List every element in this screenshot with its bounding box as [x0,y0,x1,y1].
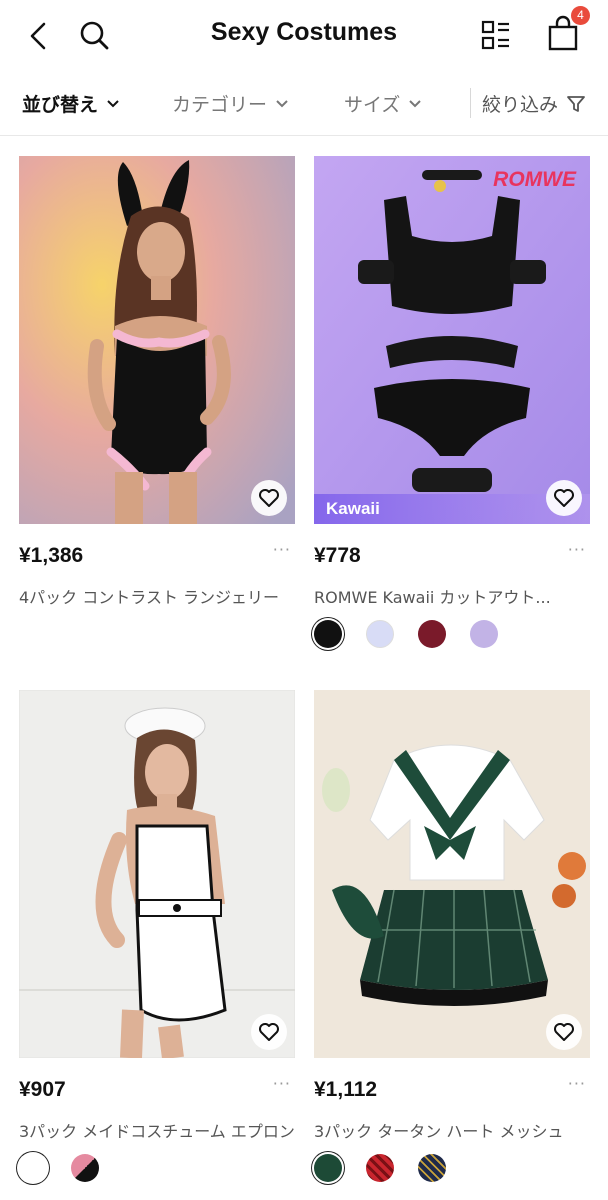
color-swatch[interactable] [71,1154,99,1182]
more-options-button[interactable]: ··· [273,1074,291,1093]
sort-dropdown[interactable]: 並び替え [22,90,120,117]
back-arrow-icon [30,22,46,50]
wishlist-button[interactable] [546,1014,582,1050]
page-title: Sexy Costumes [210,18,398,46]
product-name[interactable]: ROMWE Kawaii カットアウト... [314,584,590,608]
more-options-button[interactable]: ··· [273,540,291,559]
heart-icon [259,1023,279,1041]
product-image[interactable] [314,690,590,1058]
filter-funnel-icon [566,94,586,114]
product-card[interactable]: ¥907 ··· 3パック メイドコスチューム エプロン [19,690,295,1182]
color-swatch[interactable] [418,620,446,648]
heart-icon [259,489,279,507]
color-swatches [314,620,498,648]
back-button[interactable] [20,16,56,56]
product-card[interactable]: ¥1,386 ··· 4パック コントラスト ランジェリー [19,156,295,607]
view-toggle-button[interactable] [476,14,516,56]
sort-label: 並び替え [22,94,99,116]
product-card[interactable]: ¥1,112 ··· 3パック タータン ハート メッシュ [314,690,590,1182]
heart-icon [554,489,574,507]
color-swatch[interactable] [314,620,342,648]
wishlist-button[interactable] [546,480,582,516]
product-image[interactable]: ROMWE Kawaii [314,156,590,524]
product-price: ¥778 [314,544,361,567]
color-swatch[interactable] [19,1154,47,1182]
filter-bar: 並び替え カテゴリー サイズ 絞り込み [0,72,608,136]
refine-label: 絞り込み [482,94,559,116]
category-label: カテゴリー [172,94,268,116]
color-swatch[interactable] [314,1154,342,1182]
more-options-button[interactable]: ··· [568,1074,586,1093]
top-bar: Sexy Costumes 4 [0,0,608,72]
size-dropdown[interactable]: サイズ [344,90,422,117]
chevron-down-icon [408,99,422,109]
wishlist-button[interactable] [251,480,287,516]
product-name[interactable]: 4パック コントラスト ランジェリー [19,584,295,608]
brand-logo: ROMWE [493,168,576,191]
color-swatch[interactable] [366,620,394,648]
product-name[interactable]: 3パック メイドコスチューム エプロン [19,1118,295,1142]
category-dropdown[interactable]: カテゴリー [172,90,289,117]
product-price: ¥907 [19,1078,66,1101]
refine-button[interactable]: 絞り込み [482,90,586,117]
color-swatch[interactable] [470,620,498,648]
size-label: サイズ [344,94,401,116]
product-card[interactable]: ROMWE Kawaii ¥778 ··· ROMWE Kawaii カットアウ… [314,156,590,648]
color-swatch[interactable] [366,1154,394,1182]
product-price: ¥1,386 [19,544,84,567]
cart-count-badge: 4 [571,6,590,25]
wishlist-button[interactable] [251,1014,287,1050]
chevron-down-icon [106,99,120,109]
heart-icon [554,1023,574,1041]
search-button[interactable] [74,14,114,56]
product-price: ¥1,112 [314,1078,378,1101]
chevron-down-icon [275,99,289,109]
product-image[interactable] [19,156,295,524]
filter-divider [470,88,471,118]
color-swatch[interactable] [418,1154,446,1182]
product-name[interactable]: 3パック タータン ハート メッシュ [314,1118,590,1142]
search-icon [80,21,109,50]
color-swatches [314,1154,446,1182]
grid-icon [481,20,509,50]
product-image[interactable] [19,690,295,1058]
more-options-button[interactable]: ··· [568,540,586,559]
color-swatches [19,1154,99,1182]
